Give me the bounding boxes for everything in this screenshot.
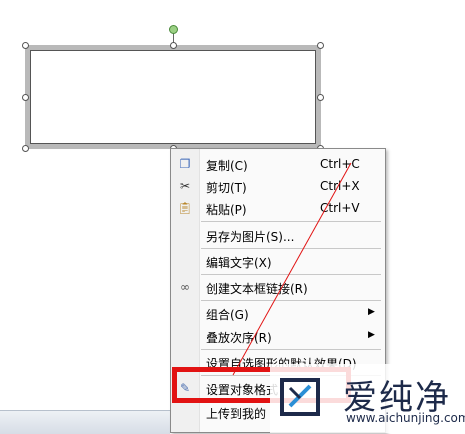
menu-item-shortcut: Ctrl+C [320,157,360,171]
submenu-arrow-icon: ▶ [368,330,375,340]
menu-item-label: 组合(G) [206,308,249,322]
menu-item-copy[interactable]: ❐ 复制(C) Ctrl+C [171,153,385,175]
menu-item-label: 另存为图片(S)... [206,230,295,244]
menu-item-order[interactable]: 叠放次序(R) ▶ [171,325,385,347]
menu-item-paste[interactable]: 📋︎ 粘贴(P) Ctrl+V [171,197,385,219]
menu-item-label: 叠放次序(R) [206,331,272,345]
menu-item-edit-text[interactable]: 编辑文字(X) [171,250,385,272]
rotation-handle[interactable] [169,25,178,34]
submenu-arrow-icon: ▶ [368,307,375,317]
watermark-logo-icon [280,378,320,416]
menu-separator [201,248,381,249]
menu-item-label: 创建文本框链接(R) [206,282,308,296]
watermark-url: www.aichunjing.com [346,411,465,425]
copy-icon: ❐ [179,157,191,171]
menu-item-save-as-picture[interactable]: 另存为图片(S)... [171,224,385,246]
menu-item-label: 复制(C) [206,159,248,173]
menu-item-label: 剪切(T) [206,181,247,195]
resize-handle-top[interactable] [170,42,177,49]
text-box-shape[interactable] [25,45,321,149]
menu-item-group[interactable]: 组合(G) ▶ [171,302,385,324]
scissors-icon: ✂ [179,179,191,193]
resize-handle-top-left[interactable] [22,42,29,49]
menu-item-cut[interactable]: ✂ 剪切(T) Ctrl+X [171,175,385,197]
menu-item-shortcut: Ctrl+X [320,179,360,193]
resize-handle-left[interactable] [22,94,29,101]
menu-separator [201,274,381,275]
clipboard-icon: 📋︎ [177,201,193,215]
menu-item-create-textbox-link[interactable]: ∞ 创建文本框链接(R) [171,276,385,298]
menu-separator [201,221,381,222]
text-box-content-area[interactable] [30,50,316,144]
resize-handle-top-right[interactable] [317,42,324,49]
app-bottom-bar [0,410,170,434]
menu-separator [201,349,381,350]
resize-handle-right[interactable] [317,94,324,101]
link-icon: ∞ [180,280,190,294]
menu-item-label: 编辑文字(X) [206,256,272,270]
resize-handle-bottom-left[interactable] [22,145,29,152]
menu-item-shortcut: Ctrl+V [320,201,360,215]
menu-item-label: 粘贴(P) [206,203,247,217]
menu-item-label: 上传到我的 [206,407,267,421]
watermark: 爱纯净 www.aichunjing.com [270,364,465,433]
menu-separator [201,300,381,301]
